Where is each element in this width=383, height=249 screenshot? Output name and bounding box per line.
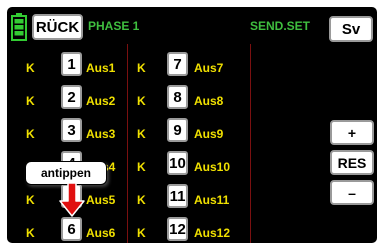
decrement-button[interactable]: –: [330, 180, 374, 205]
tap-callout: antippen: [25, 161, 107, 185]
channel-number: 10: [169, 154, 186, 172]
phase-label: PHASE 1: [88, 19, 140, 33]
output-label: Aus1: [86, 61, 116, 75]
channel-number-button[interactable]: 11: [167, 184, 188, 208]
channel-number-button[interactable]: 7: [167, 52, 188, 76]
increment-button[interactable]: +: [330, 120, 374, 145]
control-type-label: K: [137, 61, 146, 75]
back-button[interactable]: RÜCK: [32, 14, 83, 40]
channel-number: 1: [67, 55, 76, 73]
output-label: Aus10: [194, 160, 231, 174]
control-type-label: K: [137, 226, 146, 240]
output-label: Aus8: [194, 94, 224, 108]
output-label: Aus3: [86, 127, 116, 141]
sv-button[interactable]: Sv: [329, 16, 373, 42]
output-label: Aus5: [86, 193, 116, 207]
output-label: Aus12: [194, 226, 231, 240]
control-type-label: K: [137, 193, 146, 207]
channel-number-button[interactable]: 9: [167, 118, 188, 142]
channel-number: 8: [173, 88, 182, 106]
channel-number: 2: [67, 88, 76, 106]
arrow-down-icon: [59, 182, 85, 217]
control-type-label: K: [26, 61, 35, 75]
channel-number-button[interactable]: 3: [61, 118, 82, 142]
channel-number: 11: [169, 187, 186, 205]
control-type-label: K: [137, 94, 146, 108]
send-set-label: SEND.SET: [250, 19, 311, 33]
column-divider: [127, 44, 128, 243]
channel-number: 12: [169, 220, 186, 238]
output-label: Aus2: [86, 94, 116, 108]
increment-button-label: +: [347, 124, 357, 141]
column-divider: [250, 44, 251, 243]
tap-callout-text: antippen: [41, 166, 91, 180]
display-screen: RÜCK PHASE 1 SEND.SET Sv K 1 Aus1 K 2 Au…: [7, 7, 377, 243]
channel-number: 7: [173, 55, 182, 73]
back-button-label: RÜCK: [35, 18, 80, 36]
channel-number-button[interactable]: 10: [167, 151, 188, 175]
control-type-label: K: [26, 226, 35, 240]
output-label: Aus7: [194, 61, 224, 75]
decrement-button-label: –: [348, 184, 356, 201]
output-label: Aus11: [194, 193, 230, 207]
channel-number-button[interactable]: 12: [167, 217, 188, 241]
output-label: Aus9: [194, 127, 224, 141]
reset-button-label: RES: [337, 154, 367, 171]
reset-button[interactable]: RES: [330, 150, 374, 175]
sv-button-label: Sv: [341, 20, 361, 38]
control-type-label: K: [26, 193, 35, 207]
control-type-label: K: [137, 160, 146, 174]
battery-icon: [11, 13, 27, 41]
channel-number-button[interactable]: 1: [61, 52, 82, 76]
control-type-label: K: [137, 127, 146, 141]
output-label: Aus6: [86, 226, 116, 240]
channel-number: 9: [173, 121, 182, 139]
channel-number: 6: [67, 220, 76, 238]
channel-number: 3: [67, 121, 76, 139]
control-type-label: K: [26, 127, 35, 141]
channel-number-button[interactable]: 8: [167, 85, 188, 109]
channel-number-button[interactable]: 6: [61, 217, 82, 241]
channel-number-button[interactable]: 2: [61, 85, 82, 109]
control-type-label: K: [26, 94, 35, 108]
